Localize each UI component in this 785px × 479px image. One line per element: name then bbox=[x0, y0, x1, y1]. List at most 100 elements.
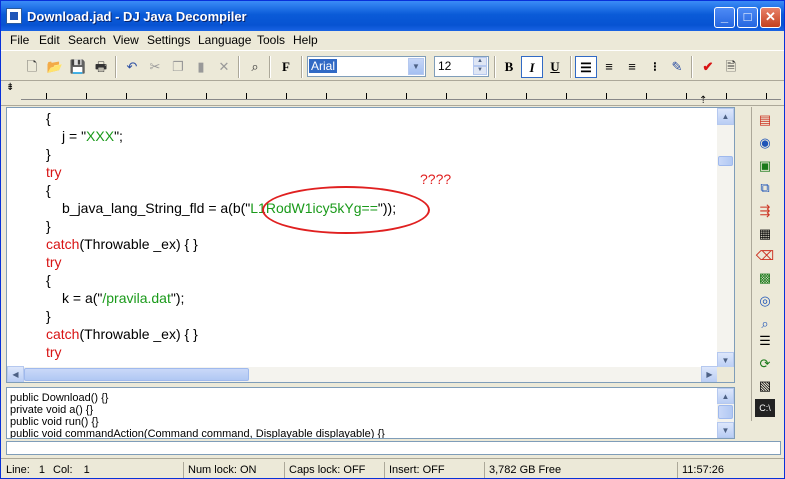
print-icon[interactable]: 🖶 bbox=[91, 57, 111, 77]
minimize-button[interactable]: _ bbox=[714, 7, 735, 28]
delete-icon[interactable]: ✕ bbox=[214, 57, 234, 77]
outline-scrollbar[interactable]: ▲ ▼ bbox=[717, 388, 734, 438]
ruler-tick bbox=[246, 93, 247, 99]
bullet-list-icon[interactable]: ⁝ bbox=[644, 56, 666, 78]
run-icon[interactable]: ◉ bbox=[755, 134, 775, 152]
indent-marker-icon[interactable]: ⇟ bbox=[6, 82, 14, 93]
annotation-oval bbox=[262, 186, 430, 234]
scroll-thumb[interactable] bbox=[718, 156, 733, 166]
scroll-up-icon[interactable]: ▲ bbox=[717, 108, 734, 125]
properties-icon[interactable]: 🗎 bbox=[721, 57, 741, 77]
undo-icon[interactable]: ↶ bbox=[122, 57, 142, 77]
save-icon[interactable]: 💾 bbox=[68, 57, 88, 77]
outline-item[interactable]: private void a() {} bbox=[10, 404, 93, 416]
right-indent-marker-icon[interactable]: ⇡ bbox=[699, 95, 707, 106]
paste-icon[interactable]: ▮ bbox=[191, 57, 211, 77]
scroll-left-icon[interactable]: ◀ bbox=[7, 366, 24, 382]
font-size-value: 12 bbox=[438, 59, 452, 73]
new-file-icon[interactable]: 🗋 bbox=[22, 57, 42, 77]
decompile-icon[interactable]: ▤ bbox=[755, 111, 775, 129]
editor-horizontal-scrollbar[interactable]: ◀ ▶ bbox=[7, 366, 718, 382]
code-area[interactable]: {j = "XXX";} try {b_java_lang_String_fld =… bbox=[7, 108, 718, 369]
menu-file[interactable]: File bbox=[10, 33, 29, 47]
outline-item[interactable]: public void commandAction(Command comman… bbox=[10, 428, 385, 438]
spin-up-icon[interactable]: ▲ bbox=[473, 57, 487, 66]
status-capslock: Caps lock: OFF bbox=[284, 462, 365, 478]
scroll-thumb[interactable] bbox=[718, 405, 733, 419]
col-label: Col: bbox=[53, 464, 73, 476]
menu-help[interactable]: Help bbox=[293, 33, 318, 47]
col-value: 1 bbox=[83, 464, 90, 476]
toolbar-separator bbox=[238, 56, 240, 78]
console-icon[interactable]: C:\ bbox=[755, 399, 775, 417]
ruler-tick bbox=[166, 93, 167, 99]
outline-panel[interactable]: public Download() {} private void a() {}… bbox=[6, 387, 735, 439]
menu-search[interactable]: Search bbox=[68, 33, 106, 47]
import-icon[interactable]: ⇶ bbox=[755, 202, 775, 220]
target-icon[interactable]: ◎ bbox=[755, 292, 775, 310]
align-right-icon[interactable]: ≡ bbox=[621, 56, 643, 78]
underline-button[interactable]: U bbox=[544, 56, 566, 78]
menu-settings[interactable]: Settings bbox=[147, 33, 190, 47]
code-line: try bbox=[46, 344, 62, 360]
menu-tools[interactable]: Tools bbox=[257, 33, 285, 47]
open-folder-icon[interactable]: 📂 bbox=[45, 57, 65, 77]
outline-item[interactable]: public void run() {} bbox=[10, 416, 99, 428]
scroll-up-icon[interactable]: ▲ bbox=[717, 388, 734, 404]
font-button[interactable]: F bbox=[275, 56, 297, 78]
eraser-icon[interactable]: ⌫ bbox=[755, 247, 775, 265]
font-size-stepper[interactable]: 12 ▲ ▼ bbox=[434, 56, 489, 77]
keyword-token: catch bbox=[46, 326, 80, 342]
italic-button[interactable]: I bbox=[521, 56, 543, 78]
scroll-right-icon[interactable]: ▶ bbox=[701, 366, 718, 382]
network-icon[interactable]: ⧉ bbox=[755, 179, 775, 197]
keyword-token: try bbox=[46, 344, 62, 360]
editor-vertical-scrollbar[interactable]: ▲ ▼ bbox=[717, 108, 734, 369]
window-title: Download.jad - DJ Java Decompiler bbox=[27, 9, 247, 24]
status-free-space: 3,782 GB Free bbox=[484, 462, 561, 478]
code-token: (Throwable _ex) { } bbox=[79, 326, 198, 342]
find-icon[interactable]: ⌕ bbox=[245, 57, 265, 77]
ruler-tick bbox=[446, 93, 447, 99]
scroll-down-icon[interactable]: ▼ bbox=[717, 422, 734, 438]
ruler-tick bbox=[46, 93, 47, 99]
menu-edit[interactable]: Edit bbox=[39, 33, 60, 47]
title-bar[interactable]: Download.jad - DJ Java Decompiler _ □ ✕ bbox=[1, 1, 784, 31]
code-token: k = a(" bbox=[62, 290, 103, 306]
zoom-icon[interactable]: ⌕ bbox=[755, 315, 775, 333]
status-line: Line: 1 bbox=[3, 462, 45, 478]
ruler-tick bbox=[286, 93, 287, 99]
toolbar: 🗋 📂 💾 🖶 ↶ ✂ ❐ ▮ ✕ ⌕ F Arial ▼ 12 ▲ ▼ B I … bbox=[1, 50, 784, 81]
scroll-thumb-horizontal[interactable] bbox=[24, 368, 249, 381]
cut-icon[interactable]: ✂ bbox=[145, 57, 165, 77]
edit-icon[interactable]: ✎ bbox=[667, 57, 687, 77]
list-icon[interactable]: ☰ bbox=[755, 332, 775, 350]
code-editor[interactable]: {j = "XXX";} try {b_java_lang_String_fld =… bbox=[6, 107, 735, 383]
print-preview-icon[interactable]: ▧ bbox=[755, 377, 775, 395]
align-center-icon[interactable]: ≡ bbox=[598, 56, 620, 78]
outline-item[interactable]: public Download() {} bbox=[10, 392, 108, 404]
font-name-select[interactable]: Arial ▼ bbox=[307, 56, 426, 77]
spin-down-icon[interactable]: ▼ bbox=[473, 66, 487, 75]
bold-button[interactable]: B bbox=[498, 56, 520, 78]
spin-buttons[interactable]: ▲ ▼ bbox=[473, 57, 487, 76]
check-icon[interactable]: ✔ bbox=[698, 57, 718, 77]
code-line: k = a("/pravila.dat"); bbox=[62, 290, 184, 306]
refresh-icon[interactable]: ⟳ bbox=[755, 355, 775, 373]
align-left-icon[interactable]: ☰ bbox=[575, 56, 597, 78]
archive-icon[interactable]: ▦ bbox=[755, 225, 775, 243]
maximize-button[interactable]: □ bbox=[737, 7, 758, 28]
close-button[interactable]: ✕ bbox=[760, 7, 781, 28]
menu-view[interactable]: View bbox=[113, 33, 139, 47]
monitor-icon[interactable]: ▣ bbox=[755, 157, 775, 175]
toolbar-separator bbox=[115, 56, 117, 78]
ruler-tick bbox=[326, 93, 327, 99]
copy-icon[interactable]: ❐ bbox=[168, 57, 188, 77]
menu-bar: File Edit Search View Settings Language … bbox=[1, 31, 784, 50]
menu-language[interactable]: Language bbox=[198, 33, 251, 47]
class-icon[interactable]: ▩ bbox=[755, 269, 775, 287]
chevron-down-icon[interactable]: ▼ bbox=[408, 58, 424, 75]
scroll-corner bbox=[717, 367, 734, 382]
string-token: /pravila.dat bbox=[102, 290, 171, 306]
code-token: { bbox=[46, 272, 51, 288]
